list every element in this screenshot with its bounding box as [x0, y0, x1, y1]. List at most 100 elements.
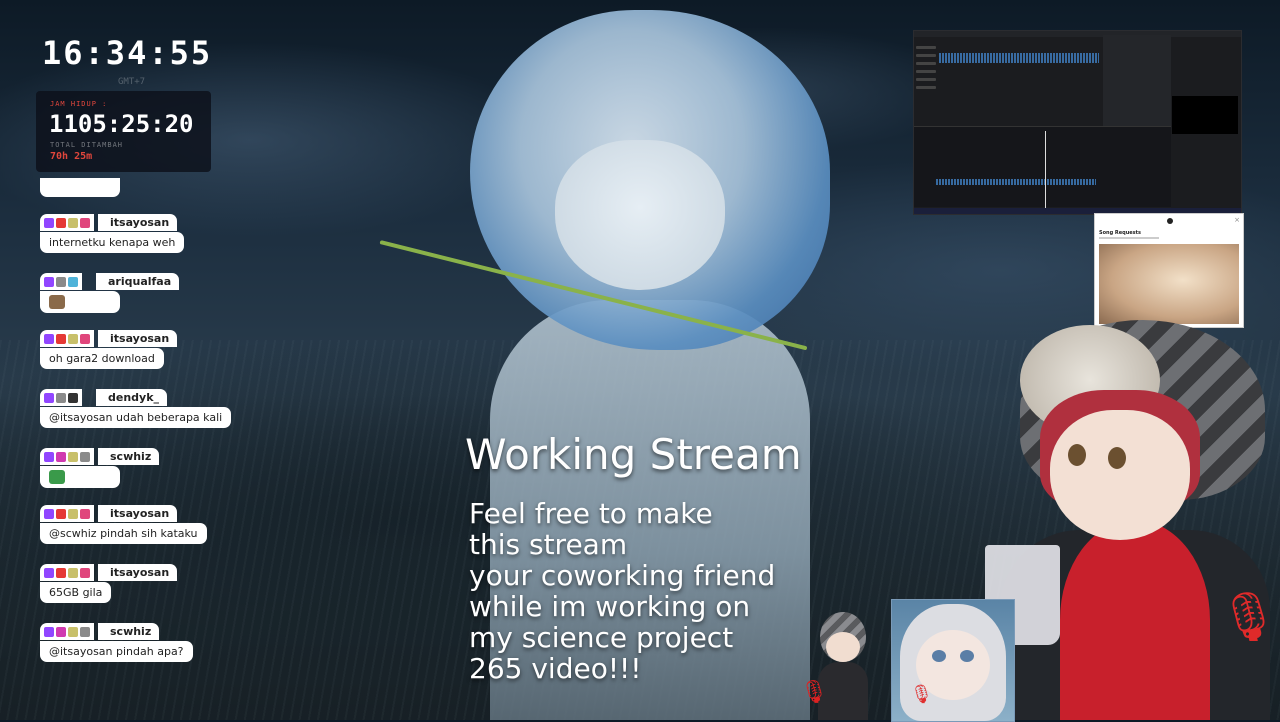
uptime-value: 1105:25:20: [49, 110, 194, 138]
chat-message: ariqualfaa: [40, 273, 180, 313]
vtuber-eye: [1068, 444, 1086, 466]
chat-username: itsayosan: [98, 564, 178, 581]
vtuber-hoodie: [1060, 520, 1210, 720]
added-label: TOTAL DITAMBAH: [50, 141, 124, 149]
chat-message: dendyk_ @itsayosan udah beberapa kali: [40, 389, 232, 428]
sparkle-badge-icon: [56, 392, 66, 403]
chat-message: itsayosan internetku kenapa weh: [40, 214, 185, 253]
twitch-badge-icon: [44, 508, 54, 519]
vtuber-face: [1050, 410, 1190, 540]
uptime-label: JAM HIDUP :: [50, 100, 108, 108]
chat-text: [40, 466, 120, 488]
guest-avatar-frame: 🎙: [891, 599, 1015, 722]
star-badge-icon: [68, 333, 78, 344]
star-badge-icon: [68, 451, 78, 462]
chat-badges: [40, 505, 94, 522]
timeline-playhead: [1045, 131, 1046, 211]
subscriber-badge-icon: [56, 333, 66, 344]
star-badge-icon: [68, 626, 78, 637]
emote-icon: [49, 295, 65, 309]
chat-message: itsayosan oh gara2 download: [40, 330, 178, 369]
heart-badge-icon: [80, 508, 90, 519]
chat-username: itsayosan: [98, 330, 178, 347]
music-icon: [1167, 218, 1173, 224]
chat-text: @itsayosan pindah apa?: [40, 641, 193, 662]
mic-off-icon: 🎙: [910, 684, 933, 705]
stream-title: Working Stream: [465, 430, 802, 479]
twitch-badge-icon: [44, 392, 54, 403]
song-request-title: Song Requests: [1099, 230, 1142, 236]
mic-off-icon: 🎙: [1218, 589, 1279, 645]
star-badge-icon: [68, 508, 78, 519]
twitch-badge-icon: [44, 333, 54, 344]
mic-off-icon: 🎙: [800, 680, 828, 705]
emote-icon: [49, 470, 65, 484]
subscriber-badge-icon: [56, 567, 66, 578]
gift-badge-icon: [80, 451, 90, 462]
guest-avatar-eye: [932, 650, 946, 662]
subscriber-badge-icon: [56, 451, 66, 462]
chibi-avatar: 🎙: [800, 612, 874, 720]
clock: 16:34:55: [42, 34, 213, 72]
chat-badges: [40, 330, 94, 347]
chat-text: [40, 291, 120, 313]
app-timeline: [914, 126, 1171, 207]
chat-text: @scwhiz pindah sih kataku: [40, 523, 207, 544]
clock-timezone: GMT+7: [118, 77, 146, 87]
uptime-panel: JAM HIDUP : 1105:25:20 TOTAL DITAMBAH 70…: [36, 91, 211, 172]
star-badge-icon: [68, 217, 78, 228]
subscriber-badge-icon: [56, 626, 66, 637]
chat-text: internetku kenapa weh: [40, 232, 185, 253]
chat-username: dendyk_: [96, 389, 168, 406]
chat-username: itsayosan: [98, 505, 178, 522]
chibi-face: [826, 632, 860, 662]
added-value: 70h 25m: [50, 151, 93, 162]
chat-text: @itsayosan udah beberapa kali: [40, 407, 232, 428]
chat-message: itsayosan 65GB gila: [40, 564, 178, 603]
song-thumbnail: [1099, 244, 1239, 324]
vtuber-eye: [1108, 447, 1126, 469]
chat-badges: [40, 214, 94, 231]
twitch-badge-icon: [44, 276, 54, 287]
chat-badges: [40, 564, 94, 581]
chat-badges: [40, 389, 82, 406]
chat-badges: [40, 448, 94, 465]
stream-description: Feel free to make this stream your cowor…: [469, 497, 776, 685]
heart-badge-icon: [80, 333, 90, 344]
chat-text: oh gara2 download: [40, 348, 164, 369]
chat-badges: [40, 273, 82, 290]
gift-badge-icon: [80, 626, 90, 637]
heart-badge-icon: [80, 217, 90, 228]
chat-username: scwhiz: [98, 448, 160, 465]
subscriber-badge-icon: [56, 508, 66, 519]
character-face: [555, 140, 725, 290]
chat-message: scwhiz @itsayosan pindah apa?: [40, 623, 193, 662]
chat-message: scwhiz: [40, 448, 160, 488]
star-badge-icon: [68, 567, 78, 578]
drop-badge-icon: [68, 276, 78, 287]
twitch-badge-icon: [44, 451, 54, 462]
app-preview: [1172, 96, 1238, 134]
twitch-badge-icon: [44, 626, 54, 637]
chat-message: itsayosan @scwhiz pindah sih kataku: [40, 505, 207, 544]
song-request-subtitle: [1099, 237, 1159, 239]
chat-message-clipped: [40, 178, 120, 197]
heart-badge-icon: [80, 567, 90, 578]
song-request-widget: × Song Requests: [1094, 213, 1244, 328]
chat-badges: [40, 623, 94, 640]
chat-text: 65GB gila: [40, 582, 112, 603]
guest-avatar-eye: [960, 650, 974, 662]
sparkle-badge-icon: [56, 276, 66, 287]
subscriber-badge-icon: [56, 217, 66, 228]
app-menubar: [914, 31, 1241, 37]
twitch-badge-icon: [44, 567, 54, 578]
chat-username: ariqualfaa: [96, 273, 180, 290]
twitch-badge-icon: [44, 217, 54, 228]
chat-username: scwhiz: [98, 623, 160, 640]
audio-waveform: [939, 53, 1099, 63]
close-icon: ×: [1234, 216, 1240, 224]
chat-username: itsayosan: [98, 214, 178, 231]
speaker-badge-icon: [68, 392, 78, 403]
screen-capture-window: [913, 30, 1242, 215]
timeline-waveform: [936, 179, 1096, 185]
